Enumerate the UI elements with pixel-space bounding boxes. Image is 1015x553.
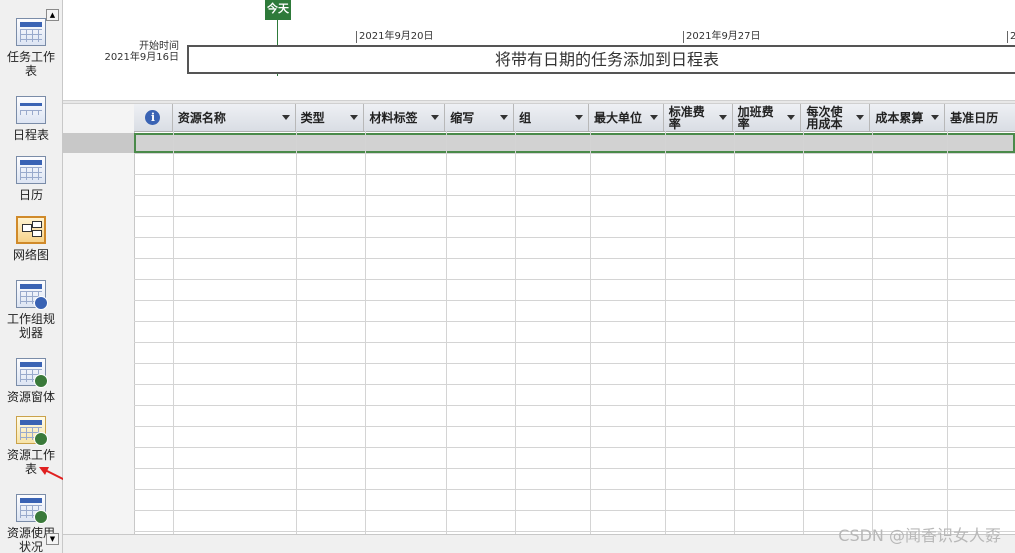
today-marker: 今天 [265, 0, 291, 20]
chevron-down-icon[interactable] [350, 115, 359, 120]
chevron-down-icon[interactable] [431, 115, 440, 120]
calendar-icon [16, 156, 46, 184]
view-label: 资源窗体 [6, 390, 55, 404]
column-header[interactable]: 成本累算 [870, 104, 946, 131]
start-date: 2021年9月16日 [104, 52, 179, 63]
watermark: CSDN @闻香识女人孬 [838, 526, 1001, 545]
view-label: 网络图 [12, 248, 49, 262]
chevron-down-icon[interactable] [281, 115, 290, 120]
column-divider [515, 131, 516, 534]
sheet-rows[interactable] [134, 153, 1015, 534]
timeline-date-tick: 2021年9月20日 [356, 31, 434, 43]
chevron-down-icon[interactable] [500, 115, 509, 120]
timeline-empty-message: 将带有日期的任务添加到日程表 [494, 50, 719, 69]
view-resource-form[interactable]: 资源窗体 [0, 358, 62, 404]
column-header[interactable]: 基准日历 [945, 104, 1015, 131]
timeline-start: 开始时间 2021年9月16日 [83, 41, 179, 63]
column-header[interactable]: 每次使用成本 [801, 104, 871, 131]
column-divider [734, 131, 735, 534]
row-header-column [63, 104, 135, 534]
view-team-planner[interactable]: 工作组规划器 [0, 280, 62, 340]
column-divider [872, 131, 873, 534]
start-label: 开始时间 [139, 41, 179, 52]
column-divider [296, 131, 297, 534]
timeline-bar[interactable]: 将带有日期的任务添加到日程表 [187, 45, 1015, 74]
column-header[interactable]: 类型 [296, 104, 365, 131]
view-label: 日历 [18, 188, 43, 202]
column-header-row: i 资源名称 类型 材料标签 缩写 组 最大单位 标准费率 加班费率 每次使用成… [134, 104, 1015, 132]
selected-row-header[interactable] [63, 133, 134, 153]
timeline-date-tick: 2 [1007, 31, 1015, 43]
column-divider [947, 131, 948, 534]
chevron-down-icon[interactable] [931, 115, 940, 120]
view-calendar[interactable]: 日历 [0, 156, 62, 202]
timeline-icon [16, 96, 46, 124]
column-divider [365, 131, 366, 534]
column-divider [665, 131, 666, 534]
view-timeline[interactable]: 日程表 [0, 96, 62, 142]
chevron-down-icon[interactable] [649, 115, 658, 120]
view-label: 任务工作表 [6, 50, 55, 78]
timeline-pane[interactable]: 今天 开始时间 2021年9月16日 2021年9月20日 2021年9月27日… [63, 0, 1015, 100]
info-icon: i [145, 110, 161, 125]
view-task-sheet[interactable]: 任务工作表 [0, 18, 62, 78]
column-divider [173, 131, 174, 534]
selected-row[interactable] [134, 133, 1015, 153]
column-divider [446, 131, 447, 534]
view-network-diagram[interactable]: 网络图 [0, 216, 62, 262]
view-label: 工作组规划器 [6, 312, 55, 340]
timeline-date-tick: 2021年9月27日 [683, 31, 761, 43]
gantt-sheet-icon [16, 18, 46, 46]
column-header[interactable]: 组 [514, 104, 589, 131]
view-label: 日程表 [12, 128, 49, 142]
column-header[interactable]: 资源名称 [173, 104, 296, 131]
scroll-down-button[interactable]: ▼ [46, 533, 59, 545]
resource-sheet-icon [16, 416, 48, 446]
column-header[interactable]: 缩写 [445, 104, 515, 131]
chevron-down-icon[interactable] [787, 115, 796, 120]
column-divider [803, 131, 804, 534]
chevron-down-icon[interactable] [718, 115, 727, 120]
chevron-down-icon[interactable] [574, 115, 583, 120]
resource-usage-icon [16, 494, 48, 524]
column-header[interactable]: 材料标签 [364, 104, 446, 131]
chevron-down-icon[interactable] [856, 115, 865, 120]
column-divider [590, 131, 591, 534]
column-header[interactable]: 加班费率 [733, 104, 802, 131]
column-header[interactable]: 最大单位 [589, 104, 664, 131]
resource-form-icon [16, 358, 48, 388]
network-diagram-icon [16, 216, 46, 244]
column-header[interactable]: 标准费率 [664, 104, 733, 131]
team-planner-icon [16, 280, 48, 310]
indicators-column-header[interactable]: i [134, 104, 173, 131]
resource-sheet-grid[interactable]: i 资源名称 类型 材料标签 缩写 组 最大单位 标准费率 加班费率 每次使用成… [63, 104, 1015, 553]
